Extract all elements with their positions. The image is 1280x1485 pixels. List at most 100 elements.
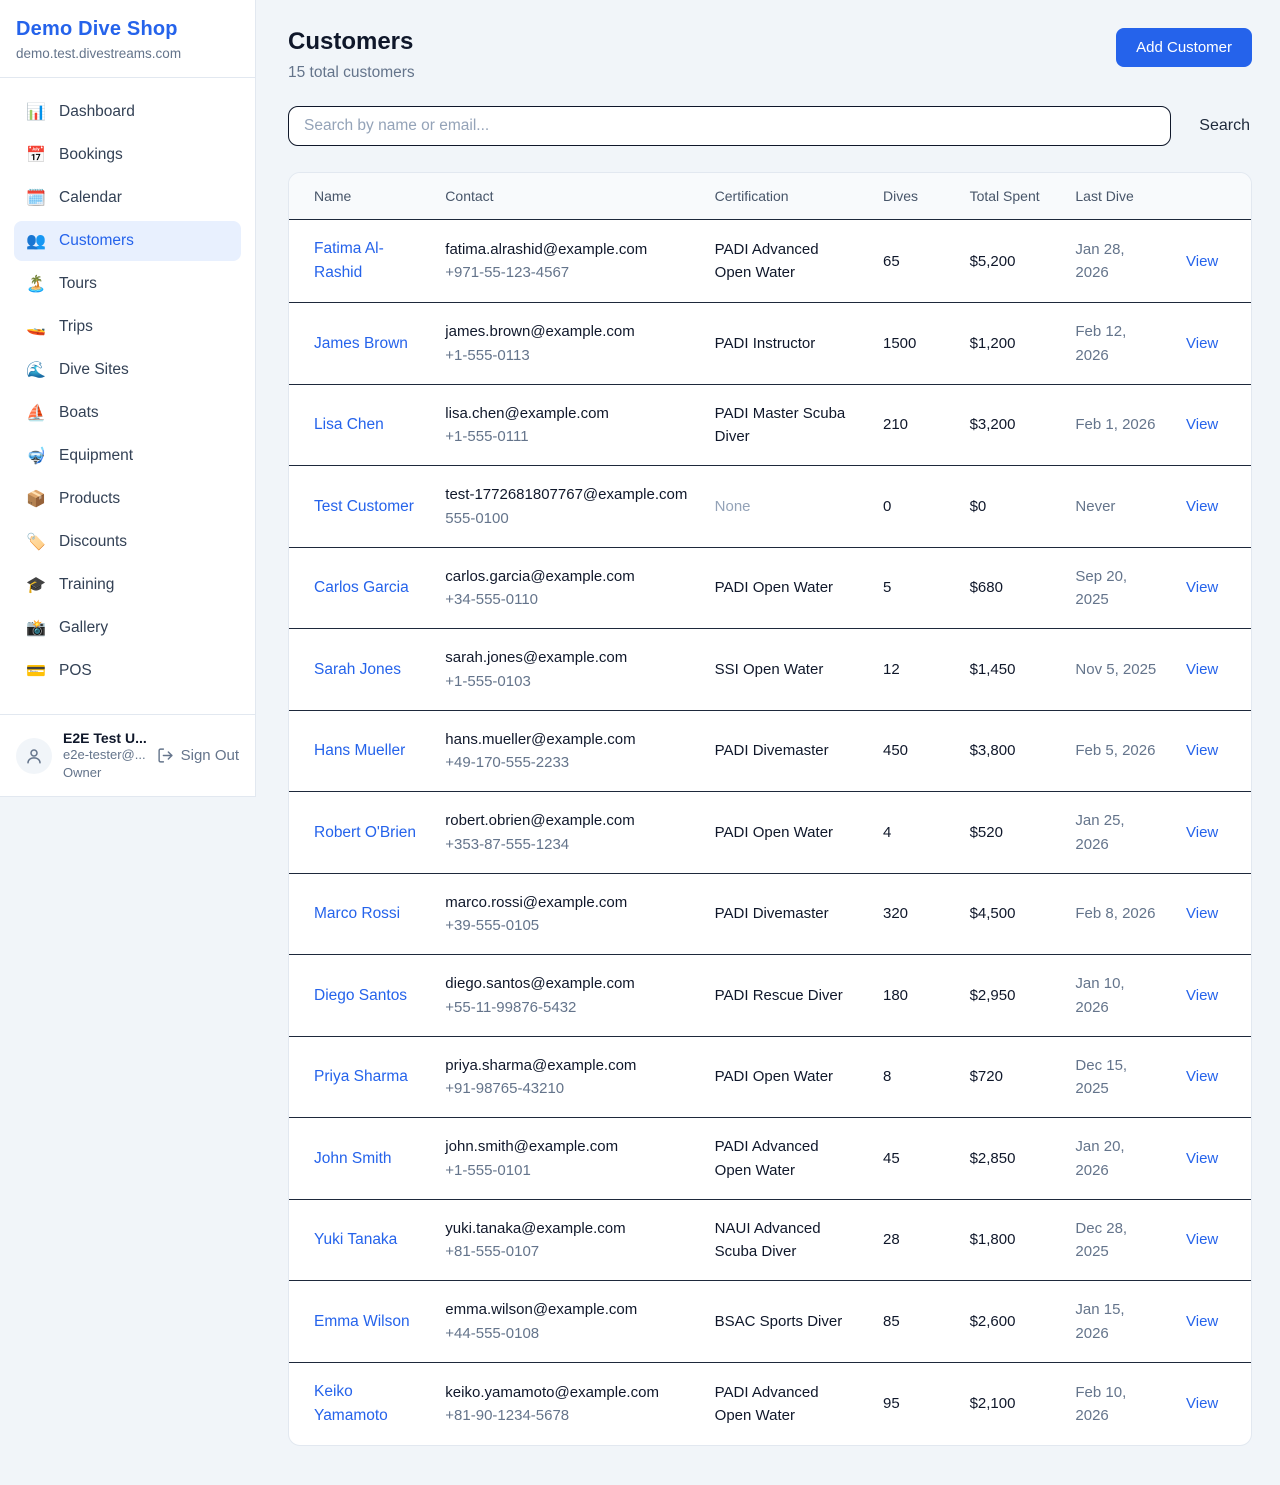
sidebar-item-calendar[interactable]: 🗓️Calendar: [14, 178, 241, 218]
customer-name-link[interactable]: Emma Wilson: [314, 1313, 410, 1330]
search-input[interactable]: [288, 106, 1171, 146]
sidebar-item-customers[interactable]: 👥Customers: [14, 221, 241, 261]
customer-email: lisa.chen@example.com: [445, 402, 690, 425]
view-customer-link[interactable]: View: [1186, 579, 1218, 596]
view-customer-link[interactable]: View: [1186, 1231, 1218, 1248]
sidebar-item-equipment[interactable]: 🤿Equipment: [14, 436, 241, 476]
customer-last-dive: Sep 20, 2025: [1063, 547, 1174, 629]
sidebar-item-dashboard[interactable]: 📊Dashboard: [14, 92, 241, 132]
view-customer-link[interactable]: View: [1186, 987, 1218, 1004]
sidebar-item-training[interactable]: 🎓Training: [14, 565, 241, 605]
view-customer-link[interactable]: View: [1186, 416, 1218, 433]
customer-certification: PADI Divemaster: [715, 905, 829, 922]
customer-name-link[interactable]: Hans Mueller: [314, 742, 405, 759]
view-customer-link[interactable]: View: [1186, 1150, 1218, 1167]
customer-phone: +1-555-0113: [445, 344, 690, 367]
customer-dives: 85: [871, 1281, 958, 1363]
table-row: Keiko Yamamoto keiko.yamamoto@example.co…: [289, 1362, 1251, 1445]
customer-name-link[interactable]: Keiko Yamamoto: [314, 1383, 388, 1424]
view-customer-link[interactable]: View: [1186, 905, 1218, 922]
customer-dives: 12: [871, 629, 958, 711]
customer-email: fatima.alrashid@example.com: [445, 238, 690, 261]
sidebar-item-label: Bookings: [59, 146, 123, 164]
view-customer-link[interactable]: View: [1186, 1313, 1218, 1330]
customer-total-spent: $5,200: [958, 220, 1064, 303]
customer-total-spent: $2,950: [958, 955, 1064, 1037]
sidebar-item-label: Products: [59, 490, 120, 508]
table-row: Carlos Garcia carlos.garcia@example.com …: [289, 547, 1251, 629]
customer-dives: 450: [871, 710, 958, 792]
pos-icon: 💳: [26, 661, 46, 681]
customer-email: carlos.garcia@example.com: [445, 565, 690, 588]
customer-last-dive: Feb 8, 2026: [1063, 873, 1174, 955]
view-customer-link[interactable]: View: [1186, 742, 1218, 759]
sidebar-user-footer: E2E Test U... e2e-tester@... Owner Sign …: [0, 714, 255, 796]
app-root: Demo Dive Shop demo.test.divestreams.com…: [0, 0, 1280, 1476]
customer-name-link[interactable]: Carlos Garcia: [314, 579, 409, 596]
customer-name-link[interactable]: Diego Santos: [314, 987, 407, 1004]
table-row: Lisa Chen lisa.chen@example.com +1-555-0…: [289, 384, 1251, 466]
customer-name-link[interactable]: Marco Rossi: [314, 905, 400, 922]
sidebar-item-tours[interactable]: 🏝️Tours: [14, 264, 241, 304]
search-button[interactable]: Search: [1197, 113, 1252, 139]
view-customer-link[interactable]: View: [1186, 1068, 1218, 1085]
customer-name-link[interactable]: Priya Sharma: [314, 1068, 408, 1085]
sidebar-item-products[interactable]: 📦 Products: [14, 479, 241, 519]
customer-name-link[interactable]: Test Customer: [314, 498, 414, 515]
customer-dives: 4: [871, 792, 958, 874]
view-customer-link[interactable]: View: [1186, 253, 1218, 270]
customer-phone: +1-555-0111: [445, 425, 690, 448]
sidebar-item-label: POS: [59, 662, 92, 680]
sidebar-item-label: Calendar: [59, 189, 122, 207]
customer-certification: PADI Open Water: [715, 824, 833, 841]
customer-phone: +91-98765-43210: [445, 1077, 690, 1100]
view-customer-link[interactable]: View: [1186, 824, 1218, 841]
view-customer-link[interactable]: View: [1186, 1395, 1218, 1412]
customer-name-link[interactable]: James Brown: [314, 335, 408, 352]
table-row: Diego Santos diego.santos@example.com +5…: [289, 955, 1251, 1037]
customer-name-link[interactable]: John Smith: [314, 1150, 392, 1167]
customer-count: 15 total customers: [288, 64, 415, 82]
col-header-dives: Dives: [871, 173, 958, 220]
customer-last-dive: Jan 25, 2026: [1063, 792, 1174, 874]
customer-last-dive: Jan 28, 2026: [1063, 220, 1174, 303]
user-icon: [25, 747, 43, 765]
customer-certification: PADI Divemaster: [715, 742, 829, 759]
customer-last-dive: Jan 15, 2026: [1063, 1281, 1174, 1363]
customer-phone: +34-555-0110: [445, 588, 690, 611]
sidebar-item-label: Discounts: [59, 533, 127, 551]
customer-name-link[interactable]: Lisa Chen: [314, 416, 384, 433]
table-row: Marco Rossi marco.rossi@example.com +39-…: [289, 873, 1251, 955]
customer-last-dive: Dec 15, 2025: [1063, 1036, 1174, 1118]
table-row: James Brown james.brown@example.com +1-5…: [289, 303, 1251, 385]
customers-icon: 👥: [26, 231, 46, 251]
customer-dives: 0: [871, 466, 958, 548]
view-customer-link[interactable]: View: [1186, 335, 1218, 352]
customers-table: Name Contact Certification Dives Total S…: [289, 173, 1251, 1445]
sign-out-button[interactable]: Sign Out: [157, 747, 239, 764]
sidebar-item-dive-sites[interactable]: 🌊Dive Sites: [14, 350, 241, 390]
customer-dives: 1500: [871, 303, 958, 385]
sidebar-item-gallery[interactable]: 📸Gallery: [14, 608, 241, 648]
col-header-total-spent: Total Spent: [958, 173, 1064, 220]
user-name: E2E Test U...: [63, 730, 146, 746]
brand-name[interactable]: Demo Dive Shop: [16, 18, 239, 41]
customer-name-link[interactable]: Fatima Al-Rashid: [314, 240, 384, 281]
sidebar-item-pos[interactable]: 💳 POS: [14, 651, 241, 691]
customer-certification: PADI Advanced Open Water: [715, 1138, 819, 1178]
customer-name-link[interactable]: Yuki Tanaka: [314, 1231, 397, 1248]
customer-name-link[interactable]: Robert O'Brien: [314, 824, 416, 841]
sidebar-item-discounts[interactable]: 🏷️Discounts: [14, 522, 241, 562]
sidebar-item-boats[interactable]: ⛵Boats: [14, 393, 241, 433]
add-customer-button[interactable]: Add Customer: [1116, 28, 1252, 67]
customer-name-link[interactable]: Sarah Jones: [314, 661, 401, 678]
customer-phone: 555-0100: [445, 507, 690, 530]
sidebar-item-trips[interactable]: 🚤Trips: [14, 307, 241, 347]
view-customer-link[interactable]: View: [1186, 498, 1218, 515]
products-icon: 📦: [26, 489, 46, 509]
view-customer-link[interactable]: View: [1186, 661, 1218, 678]
page-title-block: Customers 15 total customers: [288, 28, 415, 82]
customer-email: test-1772681807767@example.com: [445, 483, 690, 506]
sidebar-item-label: Trips: [59, 318, 93, 336]
sidebar-item-bookings[interactable]: 📅Bookings: [14, 135, 241, 175]
